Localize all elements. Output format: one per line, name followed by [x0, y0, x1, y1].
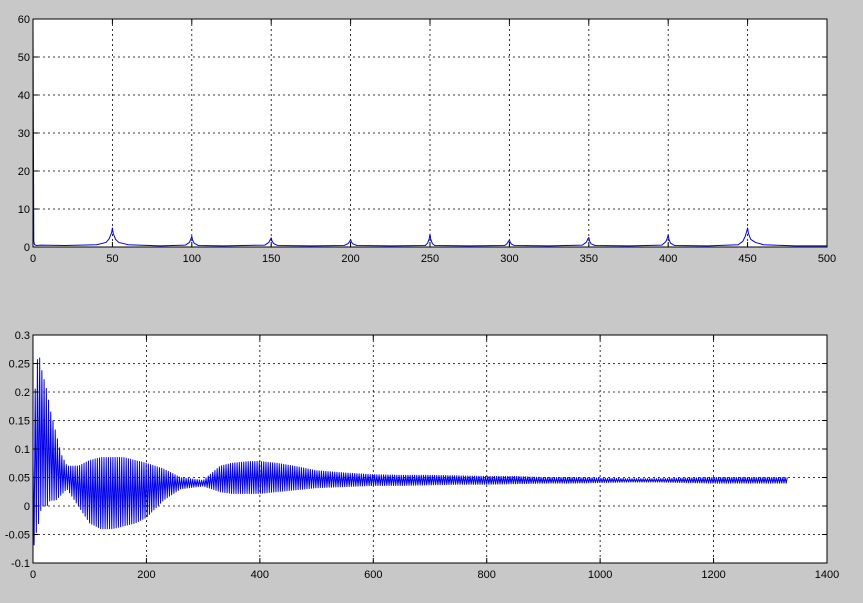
- y-tick-label: 60: [18, 14, 30, 26]
- x-tick-label: 1200: [701, 569, 725, 581]
- figure: 0 50 100 150 200 250 300 350 400 450 5000102030405…: [0, 0, 863, 603]
- x-tick-label: 150: [262, 253, 280, 265]
- y-tick-label: 0.05: [9, 473, 30, 485]
- x-tick-label: 0: [30, 569, 36, 581]
- y-tick-label: 0.25: [9, 359, 30, 371]
- x-tick-label: 100: [183, 253, 201, 265]
- y-tick-label: 40: [18, 90, 30, 102]
- signal-plot: 0 200 400 600 800 1000 1200 1400 -0.1 -0.05 0 0.05 0…: [5, 330, 839, 581]
- x-tick-label: 50: [106, 253, 118, 265]
- axes-background: [33, 335, 827, 563]
- x-tick-label: 400: [251, 569, 269, 581]
- y-tick-label: 20: [18, 166, 30, 178]
- x-tick-label: 400: [659, 253, 677, 265]
- x-tick-label: 1400: [815, 569, 839, 581]
- y-tick-label: -0.05: [5, 530, 30, 542]
- y-tick-label: 0.15: [9, 416, 30, 428]
- x-tick-label: 300: [500, 253, 518, 265]
- y-tick-label: 30: [18, 128, 30, 140]
- x-tick-label: 1000: [588, 569, 612, 581]
- x-tick-label: 600: [364, 569, 382, 581]
- x-tick-label: 200: [341, 253, 359, 265]
- y-tick-label: 10: [18, 204, 30, 216]
- x-tick-label: 450: [738, 253, 756, 265]
- x-tick-label: 250: [421, 253, 439, 265]
- spectrum-plot: 0 50 100 150 200 250 300 350 400 450 500 0 10 20 30 40 5…: [18, 14, 836, 265]
- y-tick-label: 0: [24, 501, 30, 513]
- y-tick-label: 0.1: [15, 444, 30, 456]
- x-tick-label: 0: [30, 253, 36, 265]
- y-tick-label: 0.2: [15, 387, 30, 399]
- x-tick-label: 350: [580, 253, 598, 265]
- y-tick-label: 0.3: [15, 330, 30, 342]
- y-tick-label: -0.1: [11, 558, 30, 570]
- x-tick-label: 500: [818, 253, 836, 265]
- axes-background: [33, 19, 827, 247]
- y-tick-label: 0: [24, 242, 30, 254]
- x-tick-label: 800: [478, 569, 496, 581]
- y-tick-label: 50: [18, 52, 30, 64]
- x-tick-label: 200: [137, 569, 155, 581]
